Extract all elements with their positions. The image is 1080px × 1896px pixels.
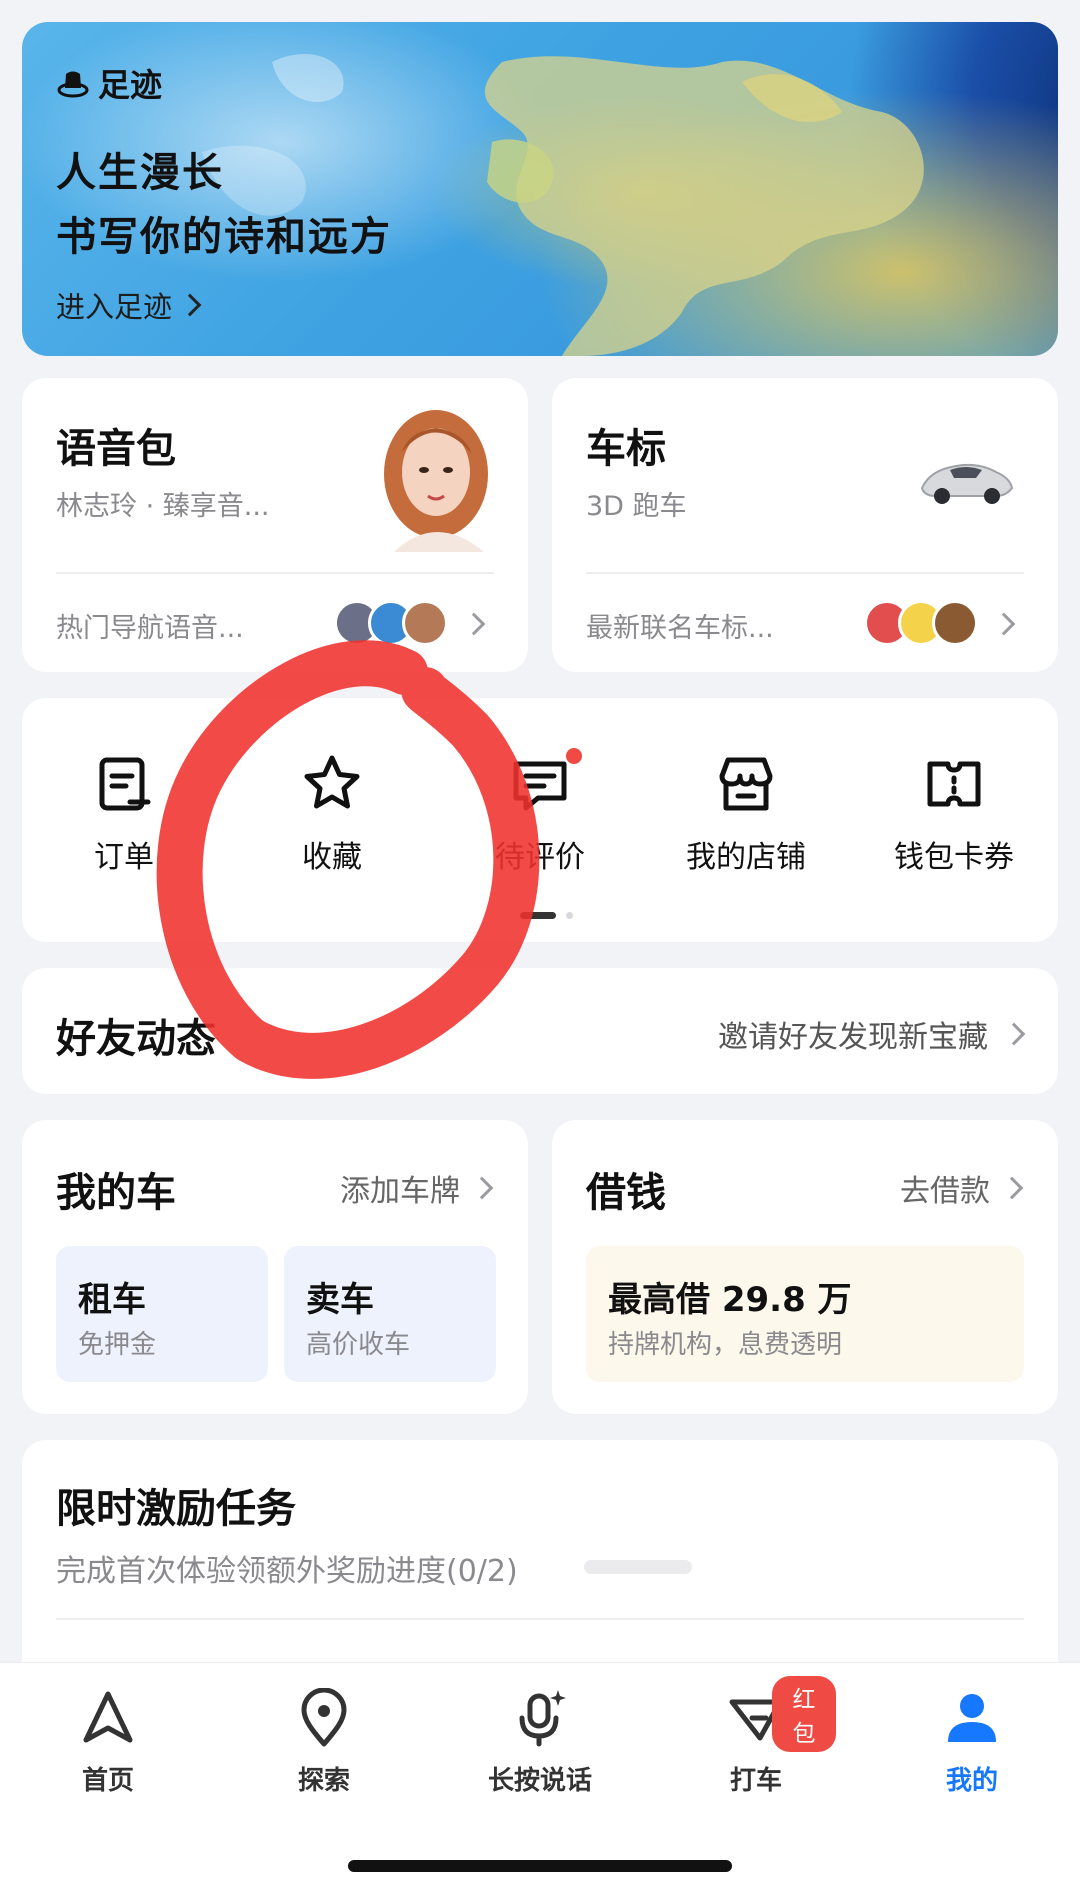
- incentive-tasks-title: 限时激励任务: [56, 1486, 296, 1532]
- tab-voice[interactable]: 长按说话: [460, 1688, 620, 1797]
- footprint-banner[interactable]: 足迹 人生漫长 书写你的诗和远方 进入足迹: [22, 22, 1058, 356]
- tab-home[interactable]: 首页: [28, 1688, 188, 1797]
- rent-car-sub: 免押金: [78, 1330, 157, 1360]
- shortcut-favorites-label: 收藏: [302, 840, 362, 875]
- notification-dot: [566, 748, 582, 764]
- my-car-title: 我的车: [56, 1170, 176, 1216]
- voice-pack-portrait: [384, 410, 488, 552]
- tab-mine-label: 我的: [945, 1766, 998, 1796]
- tab-home-label: 首页: [81, 1766, 134, 1796]
- shortcut-wallet-coupons-label: 钱包卡券: [894, 840, 1014, 875]
- loan-sub: 持牌机构，息费透明: [608, 1330, 843, 1360]
- rent-car-tile[interactable]: 租车 免押金: [56, 1246, 268, 1382]
- navigate-icon: [83, 1691, 133, 1743]
- car-logo-footer: 最新联名车标...: [586, 613, 774, 644]
- shortcut-orders[interactable]: 订单: [44, 752, 204, 876]
- order-icon: [99, 757, 151, 811]
- enter-footprint-label: 进入足迹: [56, 290, 173, 324]
- car-logo-title: 车标: [586, 426, 666, 472]
- chevron-right-icon: [992, 612, 1016, 636]
- shortcut-to-review[interactable]: 待评价: [460, 748, 620, 876]
- voice-pack-title: 语音包: [56, 426, 176, 472]
- tab-taxi[interactable]: 红包 打车: [676, 1676, 836, 1797]
- red-packet-badge: 红包: [772, 1676, 836, 1752]
- shortcut-my-store[interactable]: 我的店铺: [666, 752, 826, 876]
- invite-friends-label: 邀请好友发现新宝藏: [718, 1020, 988, 1055]
- shortcut-to-review-label: 待评价: [495, 840, 585, 875]
- avatar: [932, 600, 978, 646]
- chevron-right-icon: [1002, 1022, 1026, 1046]
- enter-footprint-link[interactable]: 进入足迹: [56, 284, 202, 326]
- tasks-divider: [56, 1618, 1024, 1620]
- add-plate-label: 添加车牌: [340, 1174, 460, 1209]
- car-logo-card[interactable]: 车标 3D 跑车 最新联名车标...: [552, 378, 1058, 672]
- sell-car-tile[interactable]: 卖车 高价收车: [284, 1246, 496, 1382]
- borrow-link[interactable]: 去借款: [900, 1166, 1024, 1210]
- page-indicator: [520, 912, 556, 919]
- invite-friends-link[interactable]: 邀请好友发现新宝藏: [718, 1012, 1026, 1056]
- shortcut-favorites[interactable]: 收藏: [252, 752, 412, 876]
- hero-title-line1: 人生漫长: [56, 150, 224, 196]
- sports-car-image: [920, 463, 1014, 504]
- location-pin-icon: [301, 1687, 347, 1747]
- voice-pack-subtitle: 林志玲 · 臻享音...: [56, 491, 270, 522]
- loan-offer-tile[interactable]: 最高借 29.8 万 持牌机构，息费透明: [586, 1246, 1024, 1382]
- tab-explore[interactable]: 探索: [244, 1687, 404, 1797]
- car-logo-divider: [586, 572, 1024, 574]
- my-car-card: 我的车 添加车牌 租车 免押金 卖车 高价收车: [22, 1120, 528, 1414]
- chevron-right-icon: [1000, 1176, 1024, 1200]
- comment-icon: [513, 761, 567, 811]
- tab-explore-label: 探索: [297, 1766, 350, 1796]
- borrow-label: 去借款: [900, 1174, 990, 1209]
- loan-card: 借钱 去借款 最高借 29.8 万 持牌机构，息费透明: [552, 1120, 1058, 1414]
- star-icon: [304, 755, 360, 809]
- footprint-logo-icon: [57, 71, 89, 98]
- voice-pack-divider: [56, 572, 494, 574]
- user-icon: [948, 1694, 996, 1742]
- store-icon: [719, 757, 773, 811]
- shortcut-my-store-label: 我的店铺: [686, 840, 806, 875]
- tab-voice-label: 长按说话: [487, 1766, 592, 1796]
- microphone-icon: [519, 1690, 566, 1747]
- friends-feed-card[interactable]: 好友动态 邀请好友发现新宝藏: [22, 968, 1058, 1094]
- sell-car-title: 卖车: [306, 1280, 374, 1320]
- sell-car-sub: 高价收车: [306, 1330, 411, 1360]
- page-indicator: [566, 912, 573, 919]
- shortcut-orders-label: 订单: [94, 840, 154, 875]
- tab-mine[interactable]: 我的: [892, 1688, 1052, 1797]
- avatar: [402, 600, 448, 646]
- car-logo-subtitle: 3D 跑车: [586, 491, 687, 522]
- home-indicator: [348, 1860, 732, 1872]
- tab-taxi-label: 打车: [729, 1766, 782, 1796]
- incentive-tasks-desc: 完成首次体验领额外奖励进度(0/2): [56, 1554, 518, 1589]
- voice-pack-card[interactable]: 语音包 林志玲 · 臻享音... 热门导航语音...: [22, 378, 528, 672]
- shortcut-wallet-coupons[interactable]: 钱包卡券: [874, 752, 1034, 876]
- rent-car-title: 租车: [78, 1280, 146, 1320]
- ticket-icon: [927, 761, 981, 807]
- hero-title-line2: 书写你的诗和远方: [56, 214, 392, 260]
- chevron-right-icon: [178, 293, 202, 317]
- chevron-right-icon: [462, 612, 486, 636]
- loan-title: 借钱: [586, 1170, 666, 1216]
- loan-headline: 最高借 29.8 万: [608, 1280, 852, 1320]
- add-plate-link[interactable]: 添加车牌: [340, 1166, 494, 1210]
- footprint-brand: 足迹: [56, 60, 162, 106]
- incentive-tasks-card[interactable]: 限时激励任务 完成首次体验领额外奖励进度(0/2): [22, 1440, 1058, 1680]
- voice-pack-footer: 热门导航语音...: [56, 613, 244, 644]
- chevron-right-icon: [470, 1176, 494, 1200]
- footprint-brand-label: 足迹: [98, 66, 163, 104]
- friends-feed-title: 好友动态: [56, 1016, 216, 1062]
- task-progress-bar: [584, 1560, 692, 1574]
